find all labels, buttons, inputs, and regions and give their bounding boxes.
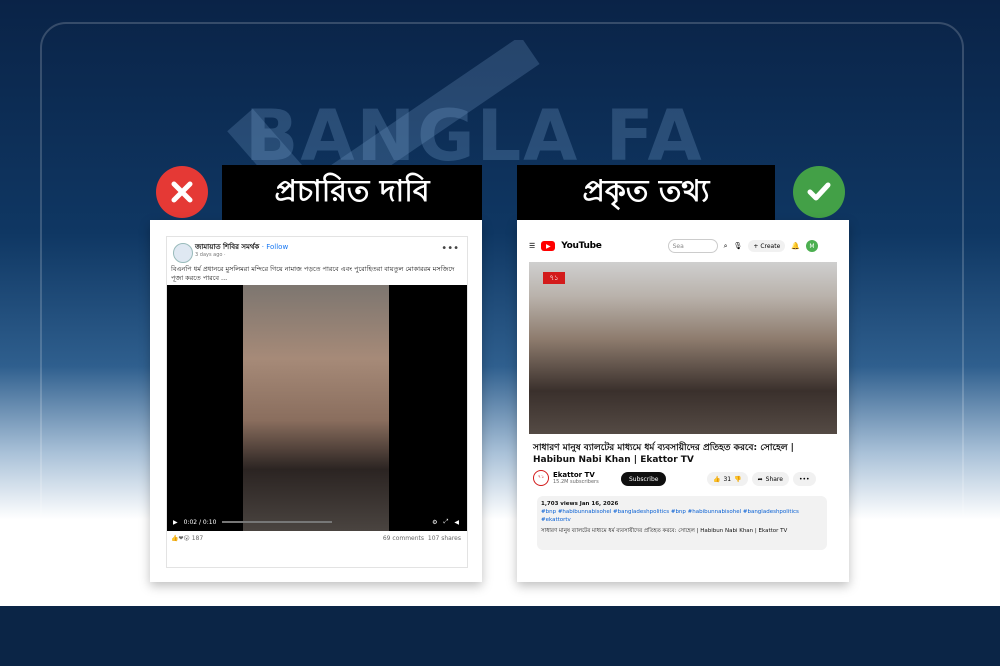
play-icon[interactable]: ▶ [173, 519, 178, 526]
bottom-bar [0, 606, 1000, 666]
more-options-icon[interactable]: ••• [792, 472, 816, 486]
thumbs-up-icon: 👍 [713, 475, 721, 483]
channel-avatar[interactable]: ৭১ [533, 470, 549, 486]
comments-link[interactable]: 69 comments [383, 535, 424, 542]
shares-link[interactable]: 107 shares [428, 535, 461, 542]
like-button[interactable]: 👍 31 👎 [707, 472, 748, 486]
youtube-header: ☰ ▶ YouTube Sea ⌕ 🎙 + Create 🔔 M [529, 238, 837, 254]
mic-icon[interactable]: 🎙 [734, 242, 743, 250]
facebook-post: জামায়াত শিবির সমর্থক · Follow 3 days ag… [166, 236, 468, 568]
post-footer: 👍❤😮 187 69 comments 107 shares [171, 535, 461, 542]
menu-icon[interactable]: ☰ [529, 242, 535, 250]
post-time: 3 days ago · [195, 252, 226, 258]
fullscreen-icon[interactable]: ⤢ [444, 518, 449, 526]
share-label: Share [765, 475, 783, 483]
video-description[interactable]: 1,703 views Jan 16, 2026 #bnp #habibunna… [537, 496, 827, 550]
reaction-count[interactable]: 187 [192, 535, 203, 542]
youtube-page-card: ☰ ▶ YouTube Sea ⌕ 🎙 + Create 🔔 M ৭১ সাধা… [517, 220, 849, 582]
video-title: সাধারণ মানুষ ব্যালটের মাধ্যমে ধর্ম ব্যবস… [533, 443, 794, 465]
claim-label: প্রচারিত দাবি [222, 165, 482, 220]
video-player[interactable]: ▶ 0:02 / 0:10 ⚙ ⤢ ◀ [167, 285, 467, 531]
video-progress-bar[interactable] [222, 521, 333, 523]
youtube-logo-icon[interactable]: ▶ [541, 241, 556, 251]
avatar[interactable]: M [805, 240, 818, 252]
subscribe-button[interactable]: Subscribe [621, 472, 667, 486]
youtube-logo-text[interactable]: YouTube [561, 241, 602, 251]
reactions-icon[interactable]: 👍❤😮 [171, 535, 190, 542]
description-text: সাধারণ মানুষ ব্যালটের মাধ্যমে ধর্ম ব্যবস… [541, 528, 788, 534]
video-controls: ▶ 0:02 / 0:10 ⚙ ⤢ ◀ [167, 513, 467, 531]
cross-icon [156, 166, 208, 218]
channel-watermark: ৭১ [543, 272, 565, 284]
channel-info[interactable]: ৭১ Ekattor TV 15.2M subscribers [533, 470, 599, 486]
description-hashtags[interactable]: #bnp #habibunnabisohel #bangladeshpoliti… [541, 508, 823, 524]
search-icon[interactable]: ⌕ [724, 242, 728, 251]
post-text: বিএনপি ধর্ম প্রধানরে মুসলিমরা মন্দিরে গি… [171, 265, 455, 282]
create-button[interactable]: + Create [748, 240, 786, 252]
more-options-icon[interactable]: ••• [441, 243, 459, 254]
video-actions: 👍 31 👎 ➦ Share ••• [707, 472, 816, 486]
facebook-post-card: জামায়াত শিবির সমর্থক · Follow 3 days ag… [150, 220, 482, 582]
search-input[interactable]: Sea [667, 239, 718, 253]
thumbs-down-icon[interactable]: 👎 [734, 476, 741, 483]
bell-icon[interactable]: 🔔 [791, 242, 800, 250]
avatar[interactable] [173, 243, 193, 263]
fact-label: প্রকৃত তথ্য [517, 165, 775, 220]
follow-link[interactable]: · Follow [262, 243, 288, 251]
subscriber-count: 15.2M subscribers [553, 479, 599, 485]
volume-icon[interactable]: ◀ [454, 519, 467, 526]
video-frame [243, 285, 389, 531]
page-name-text[interactable]: জামায়াত শিবির সমর্থক [195, 243, 259, 251]
video-player[interactable]: ৭১ [529, 262, 837, 434]
check-icon [793, 166, 845, 218]
settings-icon[interactable]: ⚙ [432, 519, 437, 526]
share-icon: ➦ [757, 475, 763, 483]
video-time: 0:02 / 0:10 [183, 518, 217, 526]
share-button[interactable]: ➦ Share [751, 472, 789, 486]
description-meta: 1,703 views Jan 16, 2026 [541, 501, 619, 507]
channel-name[interactable]: Ekattor TV [553, 471, 599, 479]
like-count: 31 [723, 475, 732, 483]
